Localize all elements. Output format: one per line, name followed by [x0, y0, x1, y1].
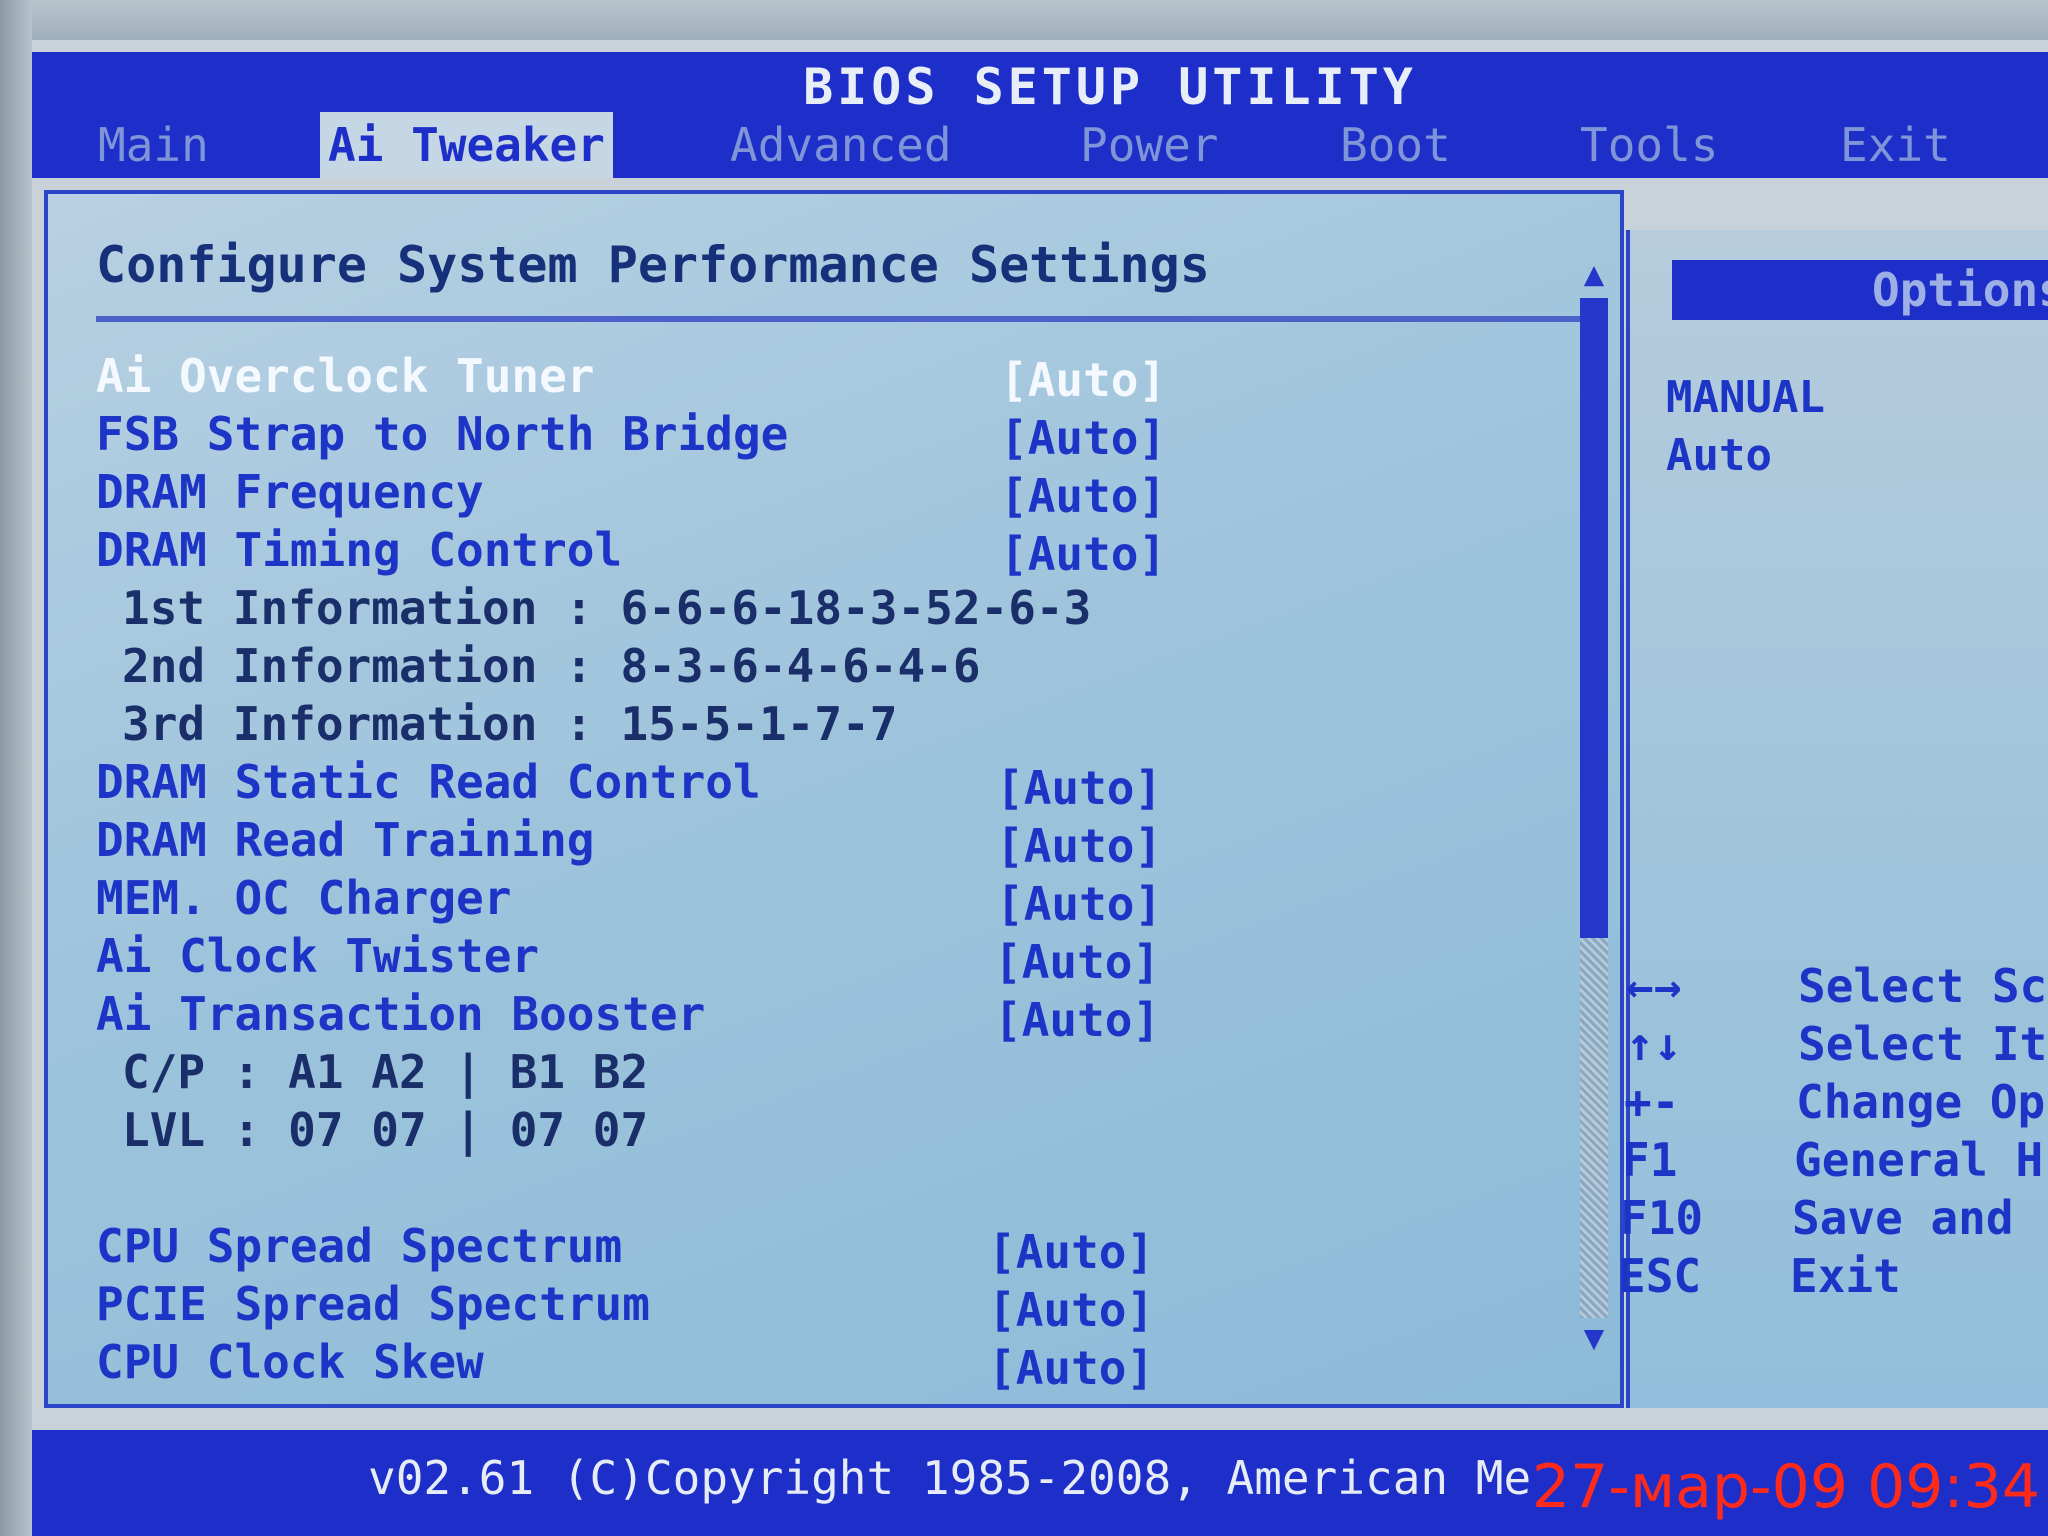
setting-dram-read-training[interactable]: DRAM Read Training [96, 812, 595, 868]
setting-value[interactable]: [Auto] [994, 934, 1160, 990]
setting-ai-clock-twister[interactable]: Ai Clock Twister [96, 928, 539, 984]
camera-timestamp: 27-мар-09 09:34 [1531, 1452, 2040, 1522]
setting-value[interactable]: [Auto] [994, 992, 1160, 1048]
setting-mem-oc-charger[interactable]: MEM. OC Charger [96, 870, 511, 926]
setting-value[interactable]: [Auto] [996, 876, 1162, 932]
setting-value[interactable]: [Auto] [988, 1340, 1154, 1396]
setting-ai-transaction-booster[interactable]: Ai Transaction Booster [96, 986, 705, 1042]
tab-boot[interactable]: Boot [1332, 112, 1459, 178]
options-heading: Options [1672, 260, 2048, 320]
option-item-auto[interactable]: Auto [1666, 428, 1772, 484]
left-right-arrows-icon: ←→ [1626, 959, 1682, 1013]
copyright-text: v02.61 (C)Copyright 1985-2008, American … [368, 1451, 1532, 1505]
booster-level-info: LVL : 07 07 | 07 07 [122, 1103, 649, 1157]
scroll-up-arrow-icon[interactable]: ▲ [1572, 254, 1616, 294]
tab-exit[interactable]: Exit [1832, 112, 1959, 178]
tab-main[interactable]: Main [90, 112, 217, 178]
help-change-option: Change Op [1796, 1075, 2046, 1129]
help-select-item: Select It [1798, 1017, 2048, 1071]
setting-cpu-clock-skew[interactable]: CPU Clock Skew [96, 1334, 484, 1390]
settings-panel: Configure System Performance Settings Ai… [44, 190, 1624, 1408]
tab-advanced[interactable]: Advanced [722, 112, 960, 178]
setting-ai-overclock-tuner[interactable]: Ai Overclock Tuner [96, 348, 595, 404]
option-item-manual[interactable]: MANUAL [1666, 370, 1825, 426]
help-key-f1: F1 [1622, 1133, 1678, 1187]
timing-info-1st: 1st Information : 6-6-6-18-3-52-6-3 [122, 581, 1092, 635]
setting-value[interactable]: [Auto] [996, 818, 1162, 874]
setting-pcie-spread-spectrum[interactable]: PCIE Spread Spectrum [96, 1276, 650, 1332]
setting-dram-frequency[interactable]: DRAM Frequency [96, 464, 484, 520]
booster-channel-info: C/P : A1 A2 | B1 B2 [122, 1045, 649, 1099]
tab-ai-tweaker[interactable]: Ai Tweaker [320, 112, 613, 178]
setting-cpu-spread-spectrum[interactable]: CPU Spread Spectrum [96, 1218, 622, 1274]
help-key-esc: ESC [1618, 1249, 1702, 1303]
timing-info-3rd: 3rd Information : 15-5-1-7-7 [122, 697, 898, 751]
panel-heading: Configure System Performance Settings [96, 236, 1210, 294]
scrollbar-thumb[interactable] [1580, 298, 1608, 938]
help-panel: Options MANUAL Auto ←→ Select Sc ↑↓ Sele… [1618, 230, 2048, 1408]
setting-dram-static-read-control[interactable]: DRAM Static Read Control [96, 754, 761, 810]
setting-value[interactable]: [Auto] [1000, 468, 1166, 524]
help-general-help: General H [1794, 1133, 2044, 1187]
heading-divider [96, 316, 1584, 322]
setting-value[interactable]: [Auto] [1000, 352, 1166, 408]
setting-value[interactable]: [Auto] [1000, 526, 1166, 582]
tab-tools[interactable]: Tools [1572, 112, 1726, 178]
setting-value[interactable]: [Auto] [996, 760, 1162, 816]
help-select-screen: Select Sc [1798, 959, 2048, 1013]
setting-value[interactable]: [Auto] [988, 1282, 1154, 1338]
up-down-arrows-icon: ↑↓ [1626, 1017, 1682, 1071]
timing-info-2nd: 2nd Information : 8-3-6-4-6-4-6 [122, 639, 981, 693]
bios-screen: BIOS SETUP UTILITY Main Ai Tweaker Advan… [0, 0, 2048, 1536]
help-exit: Exit [1790, 1249, 1901, 1303]
help-key-f10: F10 [1620, 1191, 1704, 1245]
plus-minus-icon: +- [1624, 1075, 1680, 1129]
monitor-bezel-top [0, 0, 2048, 40]
setting-fsb-strap[interactable]: FSB Strap to North Bridge [96, 406, 788, 462]
setting-value[interactable]: [Auto] [988, 1224, 1154, 1280]
help-save-exit: Save and [1792, 1191, 2042, 1245]
scroll-down-arrow-icon[interactable]: ▼ [1572, 1318, 1616, 1358]
tab-power[interactable]: Power [1072, 112, 1226, 178]
monitor-bezel-left [0, 0, 32, 1536]
setting-dram-timing-control[interactable]: DRAM Timing Control [96, 522, 622, 578]
tab-bar: Main Ai Tweaker Advanced Power Boot Tool… [32, 112, 2048, 178]
setting-value[interactable]: [Auto] [1000, 410, 1166, 466]
